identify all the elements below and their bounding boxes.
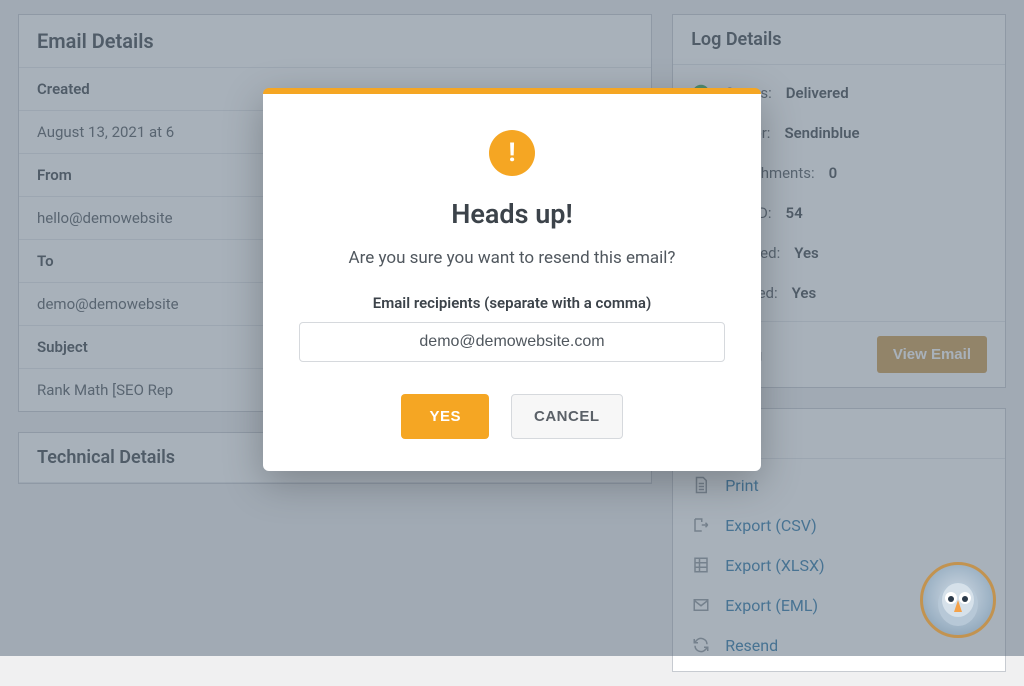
help-avatar-button[interactable]	[920, 562, 996, 638]
confirm-yes-button[interactable]: YES	[401, 394, 489, 439]
resend-modal: ! Heads up! Are you sure you want to res…	[263, 88, 761, 471]
modal-subtitle: Are you sure you want to resend this ema…	[299, 248, 725, 268]
modal-overlay[interactable]: ! Heads up! Are you sure you want to res…	[0, 0, 1024, 656]
recipients-input[interactable]	[299, 322, 725, 362]
modal-title: Heads up!	[299, 198, 725, 230]
recipients-input-label: Email recipients (separate with a comma)	[299, 294, 725, 312]
exclamation-icon: !	[489, 130, 535, 176]
cancel-button[interactable]: CANCEL	[511, 394, 623, 439]
